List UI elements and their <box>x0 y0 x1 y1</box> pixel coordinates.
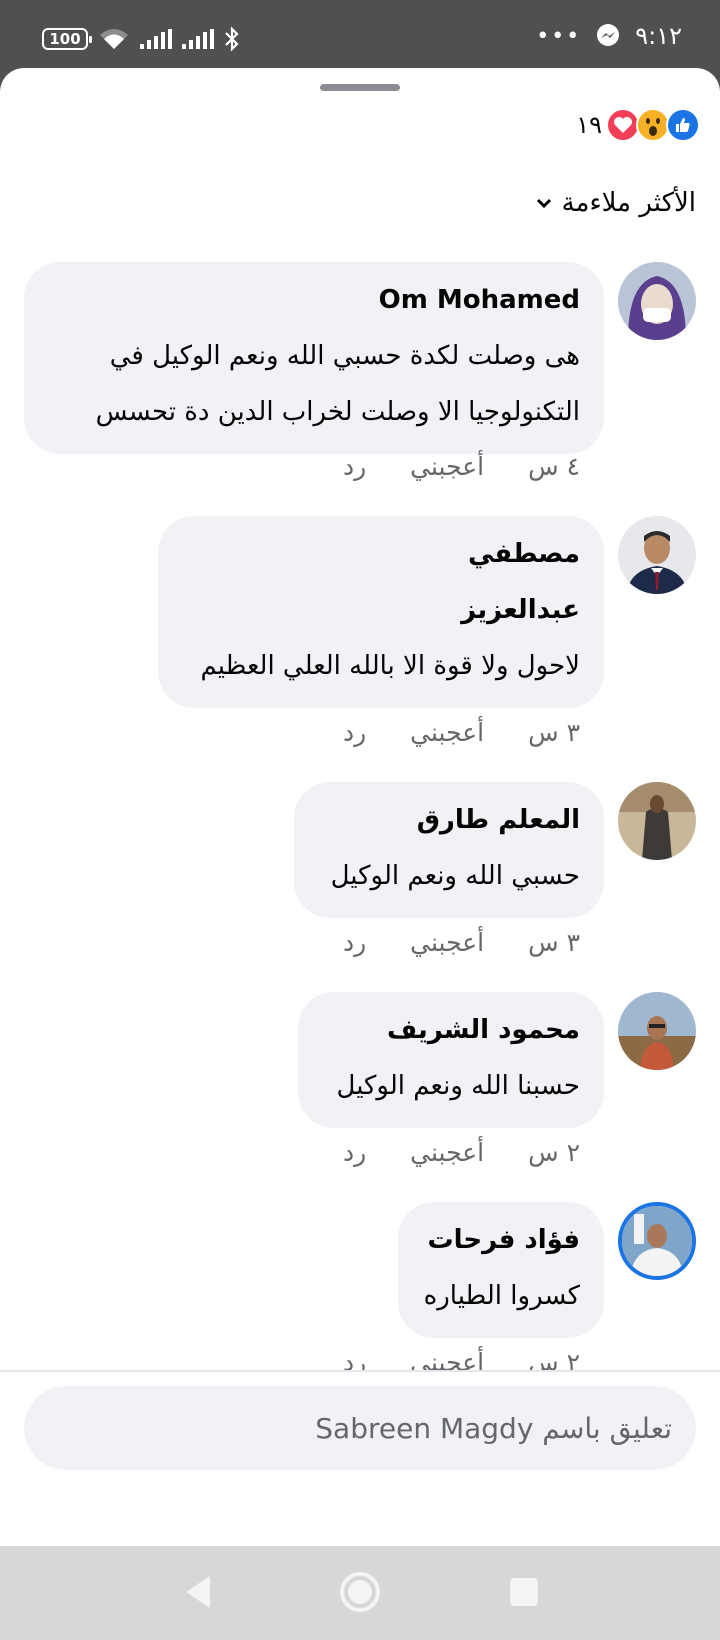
like-reaction-icon <box>666 108 700 142</box>
comment-author-line2[interactable]: عبدالعزيز <box>182 582 580 638</box>
reply-link[interactable]: رد <box>343 928 366 957</box>
comment-time: ٣ س <box>528 718 580 747</box>
like-link[interactable]: أعجبني <box>410 928 484 957</box>
signal-icon <box>140 29 172 49</box>
comment-text: حسبي الله ونعم الوكيل <box>330 861 580 891</box>
battery-icon: 100 <box>42 28 92 50</box>
comments-sheet: ١٩ الأكثر ملاءمة Om Mohamed هى وصلت لكدة… <box>0 68 720 1546</box>
comment-time: ٤ س <box>528 452 580 481</box>
comment-author[interactable]: محمود الشريف <box>322 1002 580 1058</box>
comment-bubble[interactable]: Om Mohamed هى وصلت لكدة حسبي الله ونعم ا… <box>24 262 604 454</box>
back-triangle-icon <box>186 1576 210 1608</box>
avatar[interactable] <box>618 782 696 860</box>
home-button[interactable] <box>336 1568 384 1616</box>
comment-input[interactable] <box>24 1386 696 1470</box>
comment-bubble[interactable]: مصطفي عبدالعزيز لاحول ولا قوة الا بالله … <box>158 516 604 708</box>
comment-author[interactable]: المعلم طارق <box>318 792 580 848</box>
recents-button[interactable] <box>500 1568 548 1616</box>
clock: ٩:١٢ <box>635 22 682 50</box>
comment-text: هى وصلت لكدة حسبي الله ونعم الوكيل في <box>109 341 580 371</box>
comment-text: كسروا الطياره <box>423 1281 580 1311</box>
comment-actions: ٣ س أعجبني رد <box>343 718 580 747</box>
messenger-icon <box>597 24 620 46</box>
back-button[interactable] <box>174 1568 222 1616</box>
status-bar: 100 ••• ٩:١٢ <box>0 0 720 68</box>
comment-item: مصطفي عبدالعزيز لاحول ولا قوة الا بالله … <box>24 516 696 756</box>
like-link[interactable]: أعجبني <box>410 1138 484 1167</box>
like-link[interactable]: أعجبني <box>410 452 484 481</box>
comment-text: لاحول ولا قوة الا بالله العلي العظيم <box>200 651 581 681</box>
comment-time: ٢ س <box>528 1138 580 1167</box>
drag-handle[interactable] <box>320 84 400 91</box>
navigation-bar <box>0 1546 720 1640</box>
recents-square-icon <box>510 1578 538 1606</box>
status-icons-left: 100 <box>42 26 240 52</box>
comment-author[interactable]: مصطفي <box>182 526 580 582</box>
like-link[interactable]: أعجبني <box>410 718 484 747</box>
reply-link[interactable]: رد <box>343 1138 366 1167</box>
comment-author[interactable]: فؤاد فرحات <box>422 1212 580 1268</box>
bluetooth-icon <box>225 26 239 52</box>
composer-divider <box>0 1370 720 1372</box>
sort-dropdown[interactable]: الأكثر ملاءمة <box>536 188 696 218</box>
comment-item: محمود الشريف حسبنا الله ونعم الوكيل ٢ س … <box>24 992 696 1192</box>
comment-actions: ٤ س أعجبني رد <box>343 452 580 481</box>
comment-item: Om Mohamed هى وصلت لكدة حسبي الله ونعم ا… <box>24 262 696 482</box>
wow-reaction-icon <box>636 108 670 142</box>
comment-bubble[interactable]: المعلم طارق حسبي الله ونعم الوكيل <box>294 782 604 918</box>
sort-label: الأكثر ملاءمة <box>561 188 696 218</box>
reply-link[interactable]: رد <box>343 718 366 747</box>
wifi-icon <box>100 29 128 49</box>
comment-actions: ٢ س أعجبني رد <box>343 1138 580 1167</box>
avatar[interactable] <box>618 262 696 340</box>
comment-bubble[interactable]: محمود الشريف حسبنا الله ونعم الوكيل <box>298 992 604 1128</box>
comment-author[interactable]: Om Mohamed <box>48 272 580 328</box>
chevron-down-icon <box>536 198 551 209</box>
avatar[interactable] <box>618 1202 696 1280</box>
reactions-summary[interactable]: ١٩ <box>576 108 700 142</box>
avatar[interactable] <box>618 992 696 1070</box>
signal-icon <box>182 29 214 49</box>
composer-area <box>0 1370 720 1546</box>
comment-text: حسبنا الله ونعم الوكيل <box>336 1071 581 1101</box>
love-reaction-icon <box>606 108 640 142</box>
overflow-dots: ••• <box>536 23 582 49</box>
comment-actions: ٣ س أعجبني رد <box>343 928 580 957</box>
reaction-count: ١٩ <box>576 111 602 139</box>
avatar[interactable] <box>618 516 696 594</box>
battery-level: 100 <box>49 30 81 48</box>
home-circle-icon <box>340 1572 380 1612</box>
comment-text: التكنولوجيا الا وصلت لخراب الدين دة تحسس <box>95 397 580 427</box>
status-icons-right: ••• ٩:١٢ <box>536 22 682 50</box>
comment-item: المعلم طارق حسبي الله ونعم الوكيل ٣ س أع… <box>24 782 696 982</box>
comment-time: ٣ س <box>528 928 580 957</box>
reply-link[interactable]: رد <box>343 452 366 481</box>
comment-bubble[interactable]: فؤاد فرحات كسروا الطياره <box>398 1202 604 1338</box>
